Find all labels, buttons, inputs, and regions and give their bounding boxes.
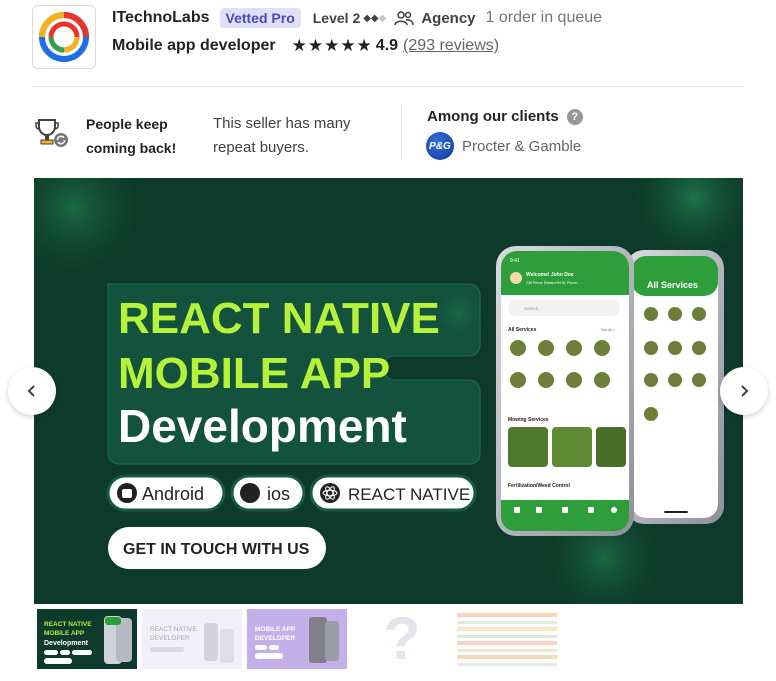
- client-name: Procter & Gamble: [462, 137, 582, 155]
- phone-section1: All Services: [508, 327, 537, 333]
- phone2-title: All Services: [647, 280, 698, 290]
- clients-heading: Among our clients ?: [427, 108, 583, 125]
- agency-label: Agency: [394, 9, 476, 27]
- phone-welcome: Welcome! John Doe: [526, 272, 574, 278]
- repeat-buyers-description: This seller has many repeat buyers.: [213, 112, 373, 160]
- thumbnail-2-image: REACT NATIVE DEVELOPER: [142, 609, 242, 669]
- svg-text:REACT NATIVE: REACT NATIVE: [44, 621, 92, 628]
- phone-section2: Mowing Services: [508, 417, 549, 423]
- thumbnail-2[interactable]: REACT NATIVE DEVELOPER: [142, 609, 242, 669]
- repeat-buyers-desc-line2: repeat buyers.: [213, 139, 309, 156]
- phone-search: Search...: [524, 306, 542, 311]
- phone-time: 9:41: [510, 258, 520, 264]
- svg-text:Development: Development: [44, 640, 89, 647]
- agency-text: Agency: [421, 9, 476, 27]
- seller-level-label: Level 2: [312, 10, 361, 26]
- banner-line2: MOBILE APP: [118, 349, 390, 398]
- chevron-left-icon: [27, 385, 35, 397]
- seller-subtitle-row: Mobile app developer ★★★★★ 4.9 (293 revi…: [112, 36, 499, 56]
- pill-react-native: REACT NATIVE: [348, 485, 470, 504]
- seller-tagline: Mobile app developer: [112, 37, 276, 54]
- svg-text:DEVELOPER: DEVELOPER: [150, 635, 190, 642]
- back-phone-mockup: All Services: [626, 250, 724, 524]
- phone-address: 238 Prince Edward Rd W, Prince...: [526, 281, 580, 285]
- thumbnail-1[interactable]: REACT NATIVE MOBILE APP Development: [37, 609, 137, 669]
- banner-image: REACT NATIVE MOBILE APP Development Andr…: [34, 178, 743, 604]
- gallery-next-button[interactable]: [720, 367, 768, 415]
- svg-text:DEVELOPER: DEVELOPER: [255, 635, 295, 642]
- banner-cta: GET IN TOUCH WITH US: [123, 541, 310, 558]
- repeat-buyers-desc-line1: This seller has many: [213, 115, 351, 132]
- svg-text:REACT NATIVE: REACT NATIVE: [150, 626, 197, 633]
- thumbnail-4[interactable]: ?: [352, 609, 452, 669]
- gallery-thumbnails: REACT NATIVE MOBILE APP Development REAC…: [37, 609, 557, 669]
- question-mark-icon: ?: [383, 609, 421, 669]
- pill-ios: ios: [267, 484, 290, 504]
- seller-name[interactable]: ITechnoLabs: [112, 9, 210, 27]
- thumbnail-3[interactable]: MOBILE APP DEVELOPER: [247, 609, 347, 669]
- reviews-link[interactable]: (293 reviews): [403, 37, 499, 55]
- repeat-buyers-title-line1: People keep: [86, 116, 168, 132]
- repeat-buyers-title: People keep coming back!: [86, 112, 196, 160]
- seller-level: Level 2 ◆◆◆: [313, 10, 387, 26]
- star-rating-icon: ★★★★★: [291, 36, 373, 55]
- repeat-buyers-title-line2: coming back!: [86, 140, 177, 156]
- thumbnail-1-image: REACT NATIVE MOBILE APP Development: [38, 610, 136, 668]
- pg-logo-icon: P&G: [426, 132, 454, 160]
- people-icon: [394, 11, 415, 26]
- header-divider: [32, 86, 744, 87]
- banner-line1: REACT NATIVE: [118, 294, 440, 343]
- clients-title: Among our clients: [427, 108, 559, 125]
- phone-see-all: See All >: [601, 328, 615, 332]
- trophy-repeat-icon: [35, 119, 68, 147]
- pill-android: Android: [142, 484, 204, 504]
- level-diamonds-icon: ◆◆◆: [363, 12, 387, 24]
- rating-value: 4.9: [375, 37, 399, 54]
- banner-line3: Development: [118, 400, 407, 452]
- seller-name-row: ITechnoLabs Vetted Pro Level 2 ◆◆◆ Agenc…: [112, 8, 602, 28]
- thumbnail-3-image: MOBILE APP DEVELOPER: [247, 609, 347, 669]
- gig-gallery[interactable]: REACT NATIVE MOBILE APP Development Andr…: [34, 178, 743, 604]
- chevron-right-icon: [741, 385, 749, 397]
- info-divider: [401, 104, 402, 160]
- front-phone-mockup: 9:41 Welcome! John Doe 238 Prince Edward…: [496, 246, 634, 536]
- client-item: P&G Procter & Gamble: [426, 132, 581, 160]
- svg-text:MOBILE APP: MOBILE APP: [44, 630, 85, 637]
- thumbnail-5[interactable]: [457, 609, 557, 669]
- help-icon[interactable]: ?: [566, 108, 583, 125]
- gallery-prev-button[interactable]: [8, 367, 56, 415]
- phone-section3: Fertilization/Weed Control: [508, 483, 570, 489]
- thumbnail-5-image: [457, 609, 557, 669]
- itechnolabs-logo-icon: [39, 12, 89, 62]
- vetted-pro-badge[interactable]: Vetted Pro: [219, 8, 301, 28]
- svg-text:MOBILE APP: MOBILE APP: [255, 626, 296, 633]
- queue-status: 1 order in queue: [485, 9, 603, 26]
- seller-logo[interactable]: [32, 5, 96, 69]
